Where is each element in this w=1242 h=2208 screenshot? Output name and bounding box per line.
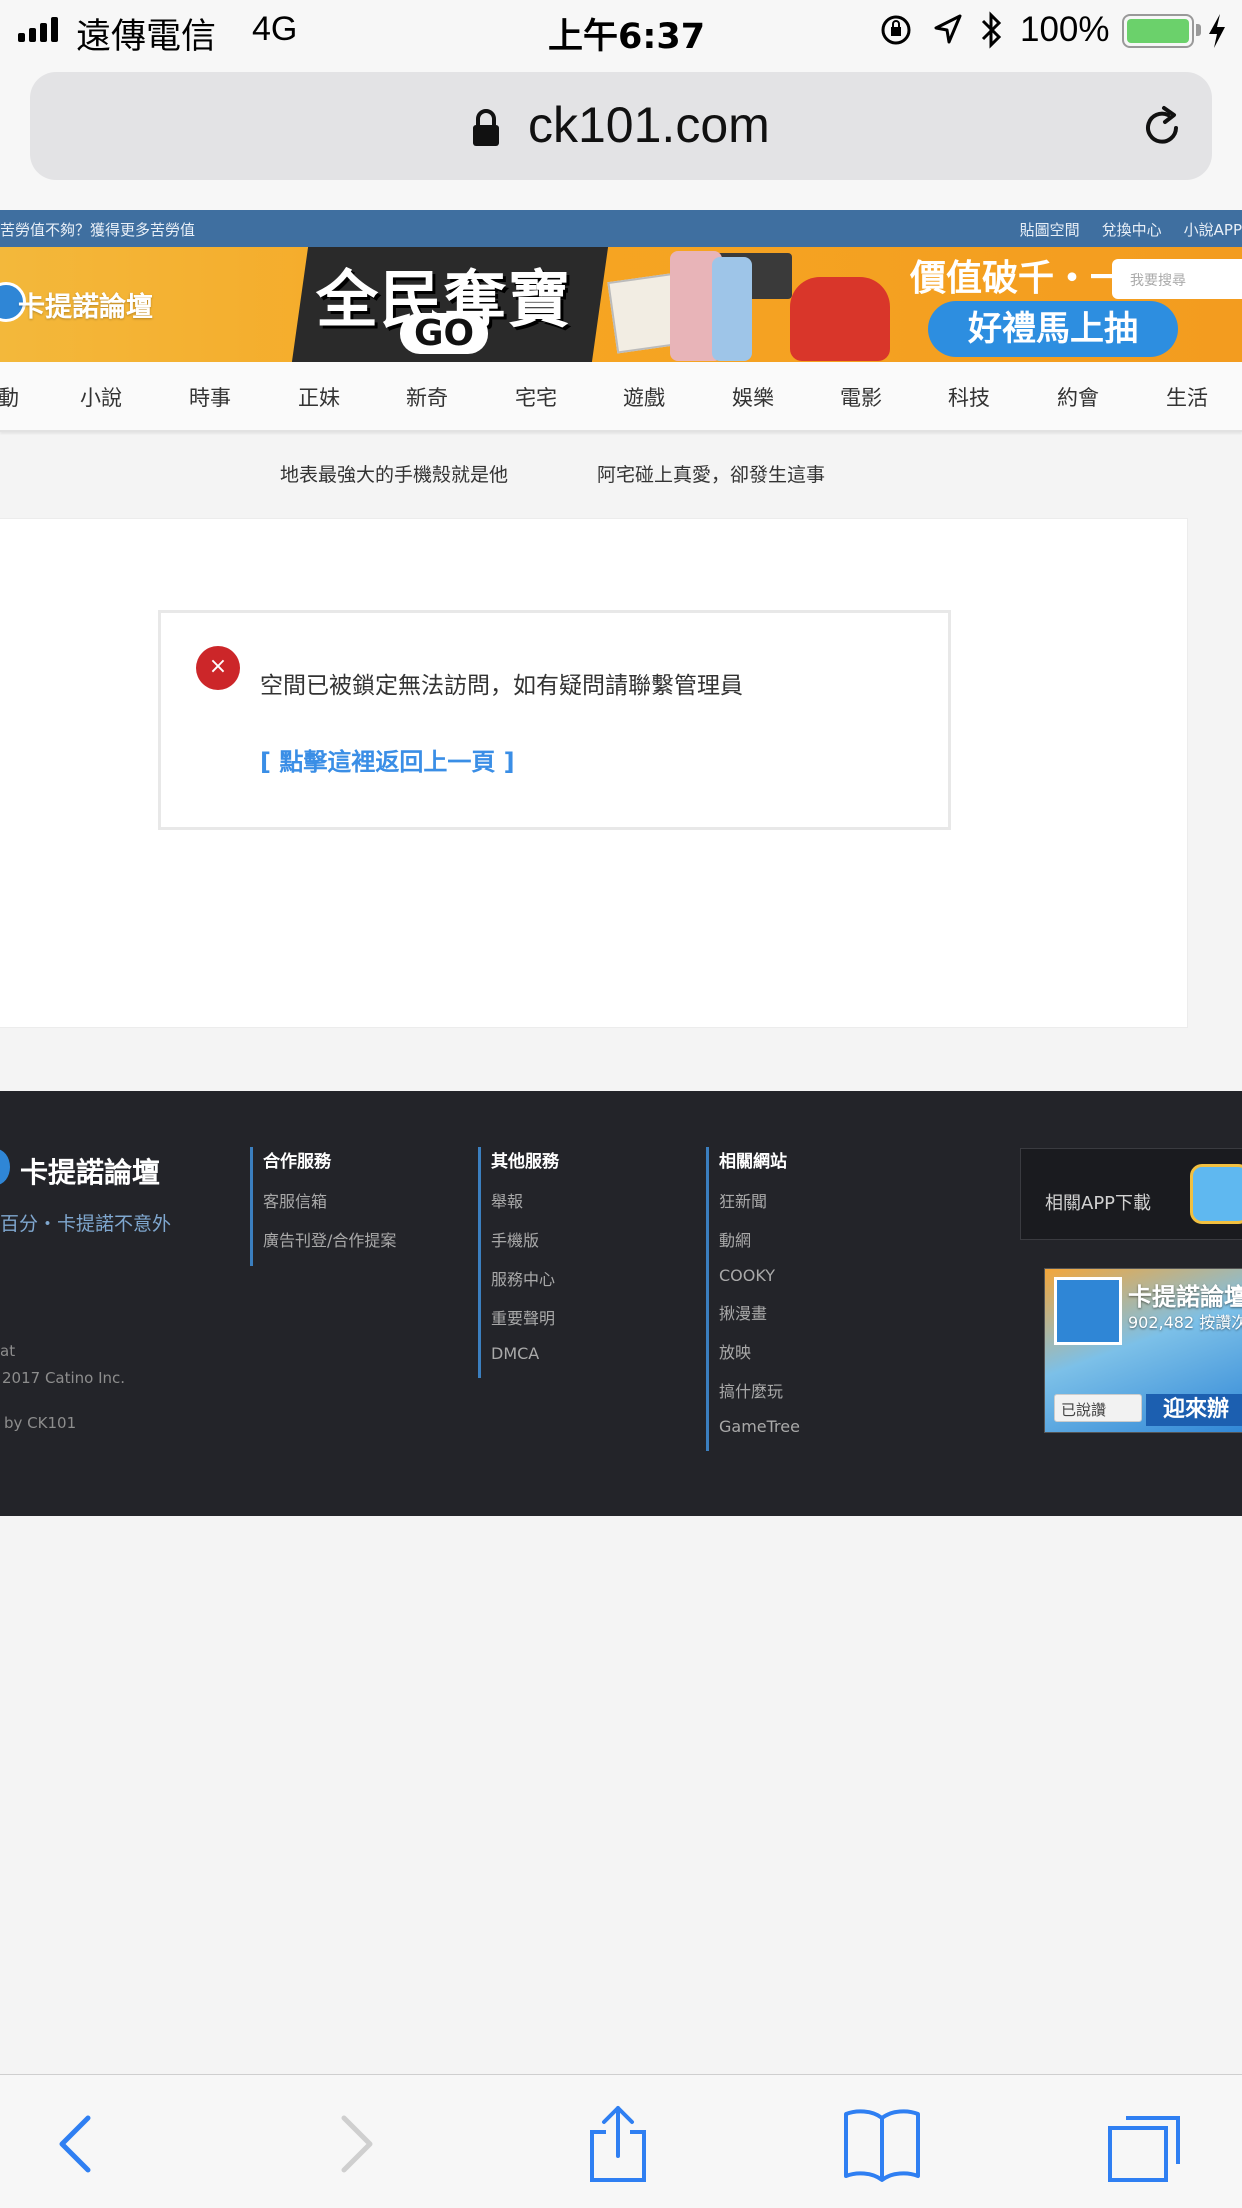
facebook-avatar <box>1054 1277 1122 1345</box>
points-promo-link[interactable]: 苦勞值不夠？獲得更多苦勞值 <box>0 219 195 240</box>
footer-link[interactable]: 客服信箱 <box>263 1188 396 1212</box>
error-message: 空間已被鎖定無法訪問，如有疑問請聯繫管理員 <box>260 673 743 699</box>
top-link-novel-app[interactable]: 小說APP <box>1184 219 1242 240</box>
footer-link[interactable]: 搞什麼玩 <box>719 1378 800 1402</box>
footer-column-related: 相關網站 狂新聞 動網 COOKY 揪漫畫 放映 搞什麼玩 GameTree <box>706 1147 800 1451</box>
footer-link[interactable]: 狂新聞 <box>719 1188 800 1212</box>
nav-item[interactable]: 遊戲 <box>623 382 665 412</box>
footer-link[interactable]: 重要聲明 <box>491 1305 559 1329</box>
nav-item[interactable]: 動 <box>0 382 19 412</box>
footer-powered-by: by CK101 <box>4 1414 77 1432</box>
promo-draw-button[interactable]: 好禮馬上抽 <box>928 301 1178 357</box>
footer-copyright: 2017 Catino Inc. <box>2 1369 126 1387</box>
forward-icon[interactable] <box>314 2104 394 2184</box>
nav-item[interactable]: 約會 <box>1057 382 1099 412</box>
facebook-like-count: 902,482 按讚次 <box>1128 1313 1242 1332</box>
footer-link[interactable]: 揪漫畫 <box>719 1300 800 1324</box>
footer-column-heading: 相關網站 <box>719 1152 787 1172</box>
footer-link[interactable]: 放映 <box>719 1339 800 1363</box>
footer-link[interactable]: 動網 <box>719 1227 800 1251</box>
facebook-cover-banner: 迎來辦 <box>1146 1394 1242 1426</box>
app-download-label[interactable]: 相關APP下載 <box>1045 1189 1151 1215</box>
footer-link[interactable]: 廣告刊登/合作提案 <box>263 1227 396 1251</box>
battery-icon <box>1122 14 1194 48</box>
top-links: 貼圖空間 兌換中心 小說APP <box>1020 219 1242 240</box>
rice-cooker-image <box>790 277 890 361</box>
orientation-lock-icon <box>881 15 911 45</box>
nav-item[interactable]: 宅宅 <box>515 382 557 412</box>
battery-percent: 100% <box>1020 10 1110 49</box>
category-nav: 動 小說 時事 正妹 新奇 宅宅 遊戲 娛樂 電影 科技 約會 生活 <box>0 362 1242 432</box>
phone-image <box>712 257 752 361</box>
footer-link[interactable]: GameTree <box>719 1417 800 1436</box>
reload-icon[interactable] <box>1138 104 1186 152</box>
footer-slogan: 百分・卡提諾不意外 <box>0 1213 172 1235</box>
nav-item[interactable]: 新奇 <box>406 382 448 412</box>
footer-link[interactable]: 舉報 <box>491 1188 559 1212</box>
nav-item[interactable]: 生活 <box>1166 382 1208 412</box>
facebook-page-name[interactable]: 卡提諾論壇 <box>1128 1277 1242 1312</box>
footer-column-partner: 合作服務 客服信箱 廣告刊登/合作提案 <box>250 1147 396 1266</box>
footer-logo[interactable]: 卡提諾論壇 <box>20 1151 160 1191</box>
app-mascot-icon[interactable] <box>1190 1164 1242 1224</box>
share-icon[interactable] <box>578 2104 658 2184</box>
lock-icon <box>473 109 499 146</box>
carrier-name: 遠傳電信 <box>76 17 217 57</box>
facebook-like-button[interactable]: 已說讚 <box>1054 1394 1142 1422</box>
footer-link[interactable]: COOKY <box>719 1266 800 1285</box>
network-type: 4G <box>252 10 298 48</box>
error-icon: × <box>196 646 240 690</box>
site-banner: 卡提諾論壇 全民奪寶 GO 價值破千・一件不留 好禮馬上抽 我要搜尋 <box>0 247 1242 362</box>
battery-tip <box>1196 24 1201 36</box>
headline-link[interactable]: 阿宅碰上真愛，卻發生這事 <box>597 460 825 487</box>
back-icon[interactable] <box>38 2104 118 2184</box>
bluetooth-icon <box>981 11 1002 49</box>
site-footer: 卡提諾論壇 百分・卡提諾不意外 at 2017 Catino Inc. by C… <box>0 1091 1242 1516</box>
footer-link[interactable]: 手機版 <box>491 1227 559 1251</box>
status-time: 上午6:37 <box>548 17 706 57</box>
footer-column-services: 其他服務 舉報 手機版 服務中心 重要聲明 DMCA <box>478 1147 559 1378</box>
battery-fill <box>1127 19 1189 43</box>
tabs-icon[interactable] <box>1104 2104 1184 2184</box>
nav-item[interactable]: 正妹 <box>298 382 340 412</box>
back-link[interactable]: [ 點擊這裡返回上一頁 ] <box>260 742 515 777</box>
nav-item[interactable]: 電影 <box>840 382 882 412</box>
footer-link[interactable]: 服務中心 <box>491 1266 559 1290</box>
nav-item[interactable]: 娛樂 <box>732 382 774 412</box>
error-message-box <box>158 610 951 830</box>
bookmarks-icon[interactable] <box>842 2104 922 2184</box>
signal-icon <box>18 16 58 42</box>
footer-logo-icon <box>0 1149 10 1185</box>
footer-column-heading: 其他服務 <box>491 1152 559 1172</box>
footer-column-heading: 合作服務 <box>263 1152 331 1172</box>
search-input[interactable]: 我要搜尋 <box>1112 259 1242 299</box>
footer-meta: at <box>0 1342 16 1360</box>
headline-link[interactable]: 地表最強大的手機殼就是他 <box>280 460 508 487</box>
charging-icon <box>1209 14 1225 48</box>
nav-item[interactable]: 科技 <box>948 382 990 412</box>
url-text[interactable]: ck101.com <box>528 96 770 154</box>
footer-link[interactable]: DMCA <box>491 1344 559 1363</box>
top-strip: 苦勞值不夠？獲得更多苦勞值 貼圖空間 兌換中心 小說APP <box>0 210 1242 247</box>
top-link-exchange-center[interactable]: 兌換中心 <box>1102 219 1162 240</box>
top-link-sticker-space[interactable]: 貼圖空間 <box>1020 219 1080 240</box>
nav-item[interactable]: 時事 <box>189 382 231 412</box>
status-bar: 遠傳電信 4G 上午6:37 100% <box>0 0 1242 62</box>
nav-item[interactable]: 小說 <box>80 382 122 412</box>
location-icon <box>934 14 962 44</box>
web-page: 苦勞值不夠？獲得更多苦勞值 貼圖空間 兌換中心 小說APP 卡提諾論壇 全民奪寶… <box>0 210 1242 2074</box>
site-logo[interactable]: 卡提諾論壇 <box>18 285 153 324</box>
promo-go[interactable]: GO <box>400 313 489 354</box>
